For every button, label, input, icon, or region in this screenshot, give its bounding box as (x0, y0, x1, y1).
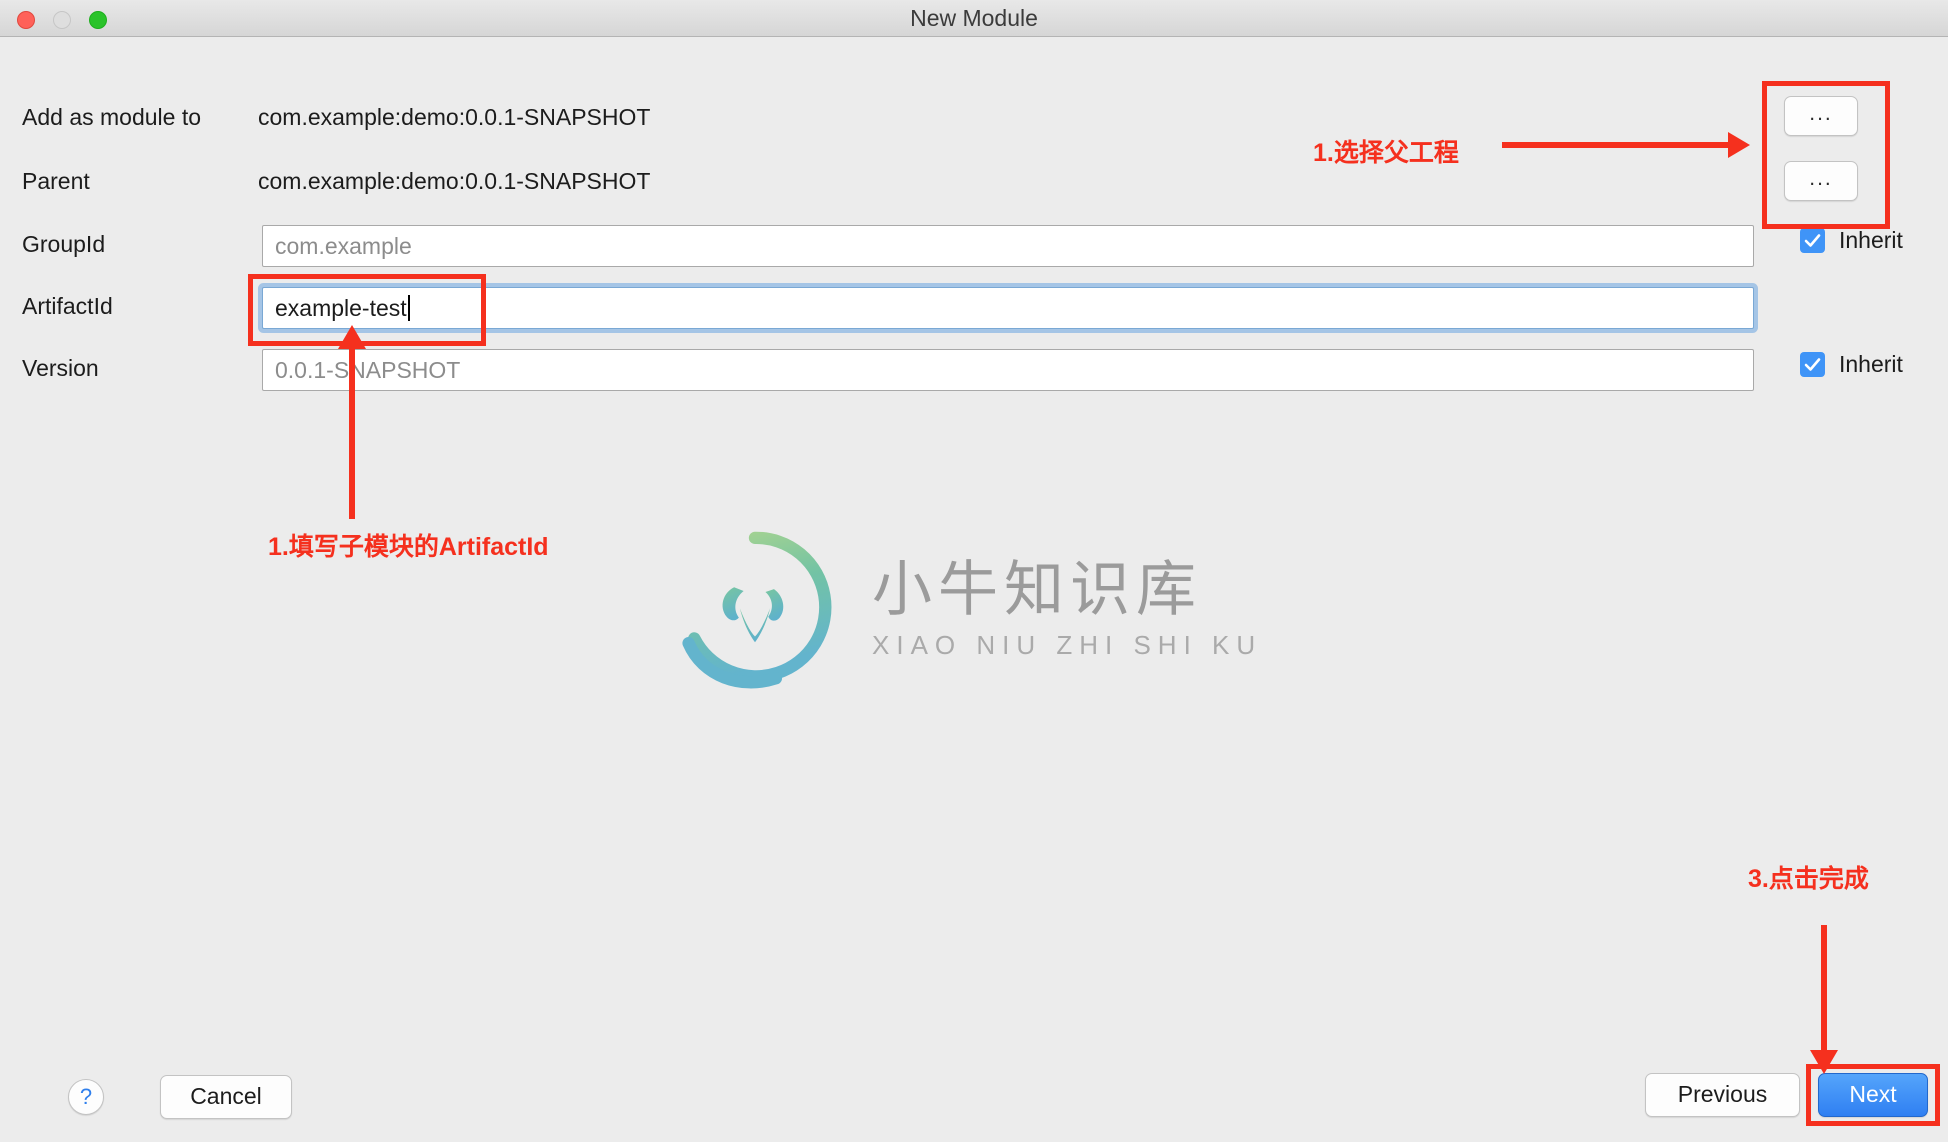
annotation-select-parent-arrowhead (1728, 132, 1750, 158)
help-button[interactable]: ? (68, 1079, 104, 1115)
checkmark-icon (1800, 352, 1825, 377)
add-as-module-to-value: com.example:demo:0.0.1-SNAPSHOT (258, 104, 651, 130)
window-titlebar: New Module (0, 0, 1948, 37)
groupid-inherit-label: Inherit (1839, 227, 1903, 253)
annotation-next-button-highlight (1806, 1064, 1940, 1126)
annotation-click-finish-text: 3.点击完成 (1748, 865, 1869, 893)
checkmark-icon (1800, 228, 1825, 253)
version-input[interactable]: 0.0.1-SNAPSHOT (262, 349, 1754, 391)
version-inherit-checkbox[interactable]: Inherit (1800, 351, 1903, 378)
add-as-module-to-label: Add as module to (22, 104, 202, 130)
parent-label: Parent (22, 168, 90, 194)
window-title: New Module (910, 5, 1038, 31)
new-module-dialog: New Module 小牛知识库 XIAO NIU ZHI SHI KU Add… (0, 0, 1948, 1142)
dialog-content: 小牛知识库 XIAO NIU ZHI SHI KU Add as module … (0, 37, 1948, 1142)
annotation-select-parent-text: 1.选择父工程 (1313, 139, 1459, 167)
annotation-click-finish-line (1821, 925, 1827, 1056)
watermark: 小牛知识库 XIAO NIU ZHI SHI KU (660, 509, 1280, 709)
annotation-select-parent-line (1502, 142, 1730, 148)
annotation-artifactid-line (349, 347, 355, 519)
annotation-fill-artifactid-text: 1.填写子模块的ArtifactId (268, 533, 549, 561)
annotation-artifactid-arrowhead (338, 325, 366, 349)
watermark-logo-icon (682, 531, 832, 688)
parent-value: com.example:demo:0.0.1-SNAPSHOT (258, 168, 651, 194)
annotation-browse-buttons-highlight (1762, 81, 1890, 229)
groupid-input[interactable]: com.example (262, 225, 1754, 267)
watermark-cn: 小牛知识库 (872, 554, 1202, 625)
cancel-button[interactable]: Cancel (160, 1075, 292, 1119)
version-label: Version (22, 355, 99, 381)
watermark-text: 小牛知识库 XIAO NIU ZHI SHI KU (872, 554, 1263, 661)
previous-button[interactable]: Previous (1645, 1073, 1800, 1117)
groupid-inherit-checkbox[interactable]: Inherit (1800, 227, 1903, 254)
artifactid-label: ArtifactId (22, 293, 113, 319)
annotation-artifactid-highlight (248, 274, 486, 346)
watermark-en: XIAO NIU ZHI SHI KU (872, 630, 1263, 661)
version-inherit-label: Inherit (1839, 351, 1903, 377)
groupid-label: GroupId (22, 231, 106, 257)
